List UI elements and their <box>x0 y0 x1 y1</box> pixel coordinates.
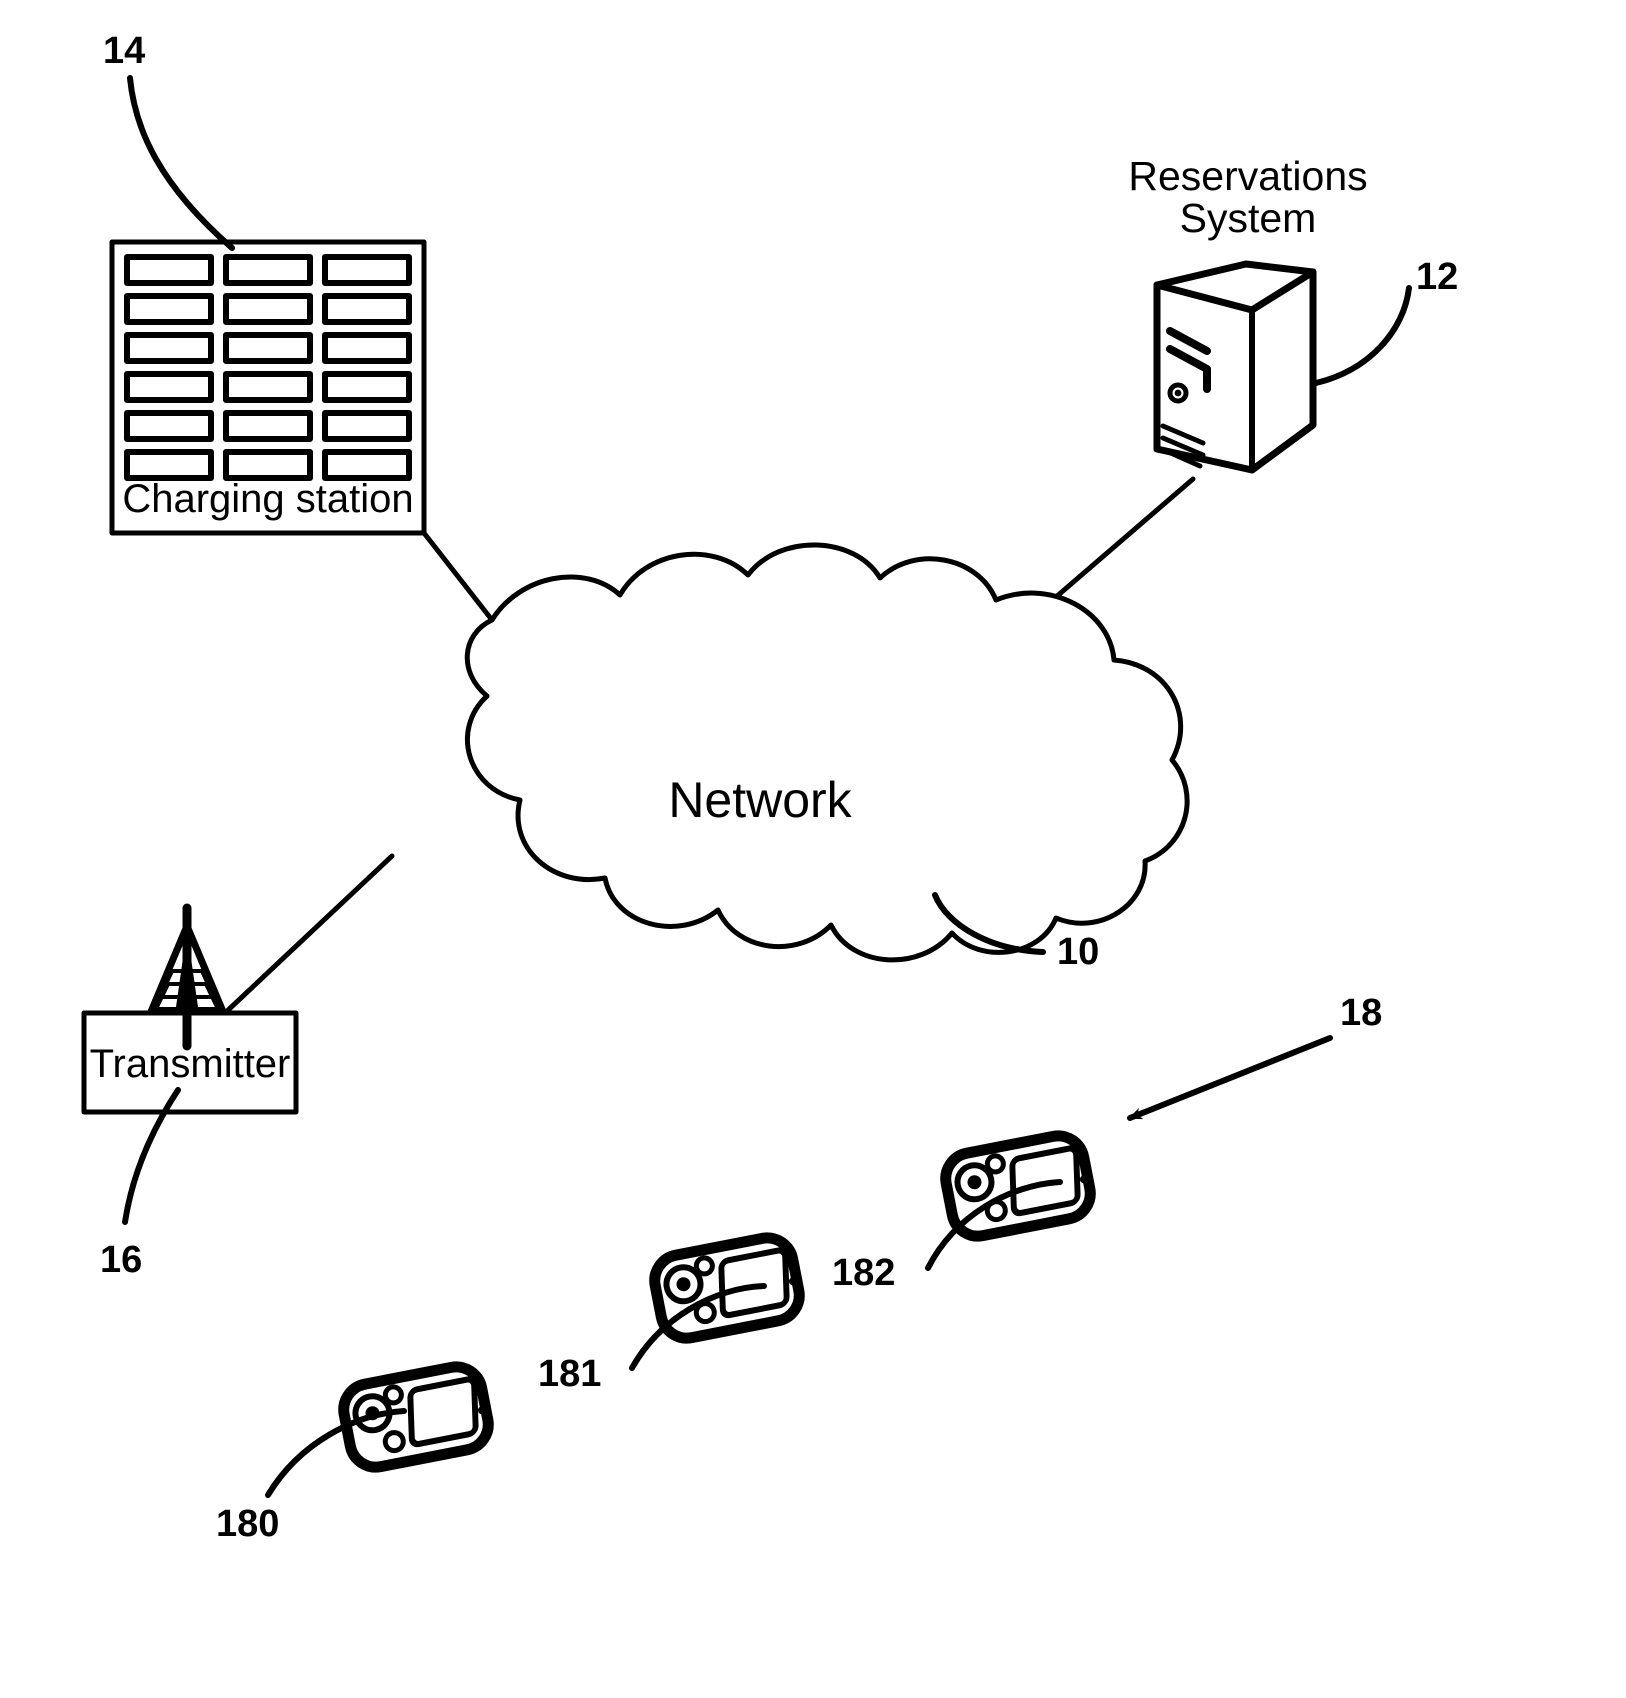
charging-slot <box>322 449 412 481</box>
ref-label-16: 16 <box>100 1239 142 1281</box>
ref-label-18: 18 <box>1340 992 1382 1034</box>
mobile-device-181[interactable] <box>649 1232 805 1344</box>
device-button <box>382 1430 406 1454</box>
charging-slot <box>322 371 412 403</box>
link-charging-station-to-network <box>421 530 495 623</box>
device-button <box>984 1153 1006 1175</box>
charging-slot <box>124 254 214 286</box>
charging-station-node[interactable]: Charging station <box>109 239 427 536</box>
charging-slot <box>223 293 313 325</box>
reservations-system-label-line1: Reservations <box>1128 153 1367 199</box>
group-18-arrow <box>1127 1035 1333 1121</box>
reservations-system-label-line2: System <box>1180 195 1317 241</box>
charging-slot <box>322 410 412 442</box>
ref-label-181: 181 <box>538 1353 601 1395</box>
device-button <box>693 1255 715 1277</box>
cloud-icon <box>464 542 1190 963</box>
server-tower-icon <box>1153 260 1317 474</box>
link-transmitter-to-network <box>222 853 395 1016</box>
transmitter-label: Transmitter <box>90 1042 291 1086</box>
charging-slot <box>223 371 313 403</box>
ref-label-182: 182 <box>832 1252 895 1294</box>
charging-station-label: Charging station <box>122 477 413 521</box>
charging-slot <box>322 332 412 364</box>
charging-slot <box>223 332 313 364</box>
network-cloud-label: Network <box>668 772 852 828</box>
network-cloud-node[interactable]: Network <box>464 542 1190 963</box>
device-screen <box>407 1376 479 1448</box>
reservations-system-node[interactable]: Reservations System <box>1128 153 1368 474</box>
charging-slot <box>124 293 214 325</box>
mobile-devices-group: 18 <box>1127 992 1382 1121</box>
ref-label-12: 12 <box>1416 256 1458 298</box>
ref-14-callout: 14 <box>103 30 235 251</box>
charging-slot <box>124 410 214 442</box>
figure-root: Charging station 14 Reservations System <box>0 0 1626 1698</box>
ref-12-callout: 12 <box>1313 256 1458 386</box>
device-screen <box>718 1247 790 1319</box>
ref-label-14: 14 <box>103 30 145 72</box>
charging-slot <box>124 449 214 481</box>
charging-slot <box>124 371 214 403</box>
ref-16-callout: 16 <box>100 1087 181 1281</box>
ref-label-180: 180 <box>216 1503 279 1545</box>
charging-slot <box>223 410 313 442</box>
diagram-canvas: Charging station 14 Reservations System <box>81 30 1458 1545</box>
charging-slot <box>322 254 412 286</box>
charging-slot <box>322 293 412 325</box>
charging-slot <box>124 332 214 364</box>
device-button <box>382 1384 404 1406</box>
transmitter-node[interactable]: Transmitter <box>81 903 299 1115</box>
charging-slot <box>223 449 313 481</box>
charging-slot <box>223 254 313 286</box>
ref-label-10: 10 <box>1057 931 1099 973</box>
